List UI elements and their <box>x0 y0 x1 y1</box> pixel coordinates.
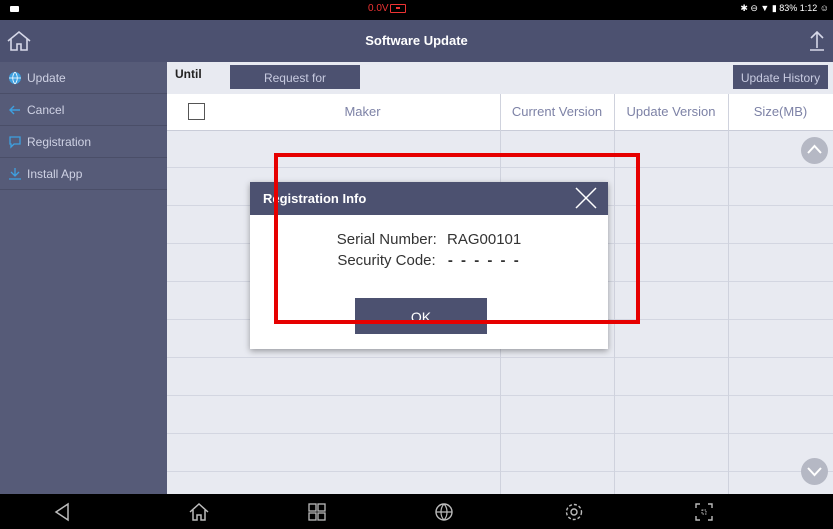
upload-icon[interactable] <box>807 28 827 52</box>
screenshot-icon[interactable] <box>693 501 715 523</box>
sidebar-item-label: Update <box>27 71 66 85</box>
scroll-up-button[interactable] <box>801 137 828 164</box>
sidebar-item-label: Install App <box>27 167 83 181</box>
navigation-bar <box>0 494 833 529</box>
sidebar-item-cancel[interactable]: Cancel <box>0 94 167 126</box>
download-icon <box>9 168 21 180</box>
sidebar-item-registration[interactable]: Registration <box>0 126 167 158</box>
column-header-size: Size(MB) <box>753 104 808 119</box>
select-all-checkbox[interactable] <box>188 103 205 120</box>
chat-icon <box>9 136 21 149</box>
page-title: Software Update <box>365 33 468 48</box>
scroll-down-button[interactable] <box>801 458 828 485</box>
globe-icon <box>9 71 21 85</box>
battery-warning-icon <box>390 4 406 13</box>
until-label: Until <box>175 67 202 81</box>
browser-icon[interactable] <box>433 501 455 523</box>
request-extension-button[interactable]: Request for Extension <box>230 65 360 109</box>
sidebar-item-label: Registration <box>27 135 92 149</box>
home-icon[interactable] <box>6 30 32 52</box>
notification-icon <box>10 6 19 12</box>
update-history-button[interactable]: Update History <box>733 65 828 89</box>
sidebar-item-install-app[interactable]: Install App <box>0 158 167 190</box>
sidebar: Update Cancel Registration Install App <box>0 62 167 494</box>
title-bar: Software Update <box>0 20 833 62</box>
chevron-up-icon <box>807 144 822 154</box>
home-nav-icon[interactable] <box>188 501 210 523</box>
highlight-annotation <box>274 153 640 324</box>
settings-gear-icon[interactable] <box>563 501 585 523</box>
sidebar-item-update[interactable]: Update <box>0 62 167 94</box>
arrow-left-icon <box>9 105 20 115</box>
sidebar-item-label: Cancel <box>27 103 65 117</box>
system-status: ✱ ⊖ ▼ ▮ 83% 1:12 ☺ <box>740 3 829 13</box>
back-icon[interactable] <box>51 501 73 523</box>
status-bar: 0.0V ✱ ⊖ ▼ ▮ 83% 1:12 ☺ <box>0 0 833 20</box>
voltage-readout: 0.0V <box>368 3 389 14</box>
column-header-current-version: Current Version <box>511 104 603 119</box>
column-divider <box>728 94 729 494</box>
column-header-update-version: Update Version <box>626 104 716 119</box>
column-header-maker: Maker <box>344 104 381 119</box>
chevron-down-icon <box>807 467 822 477</box>
apps-grid-icon[interactable] <box>306 501 328 523</box>
